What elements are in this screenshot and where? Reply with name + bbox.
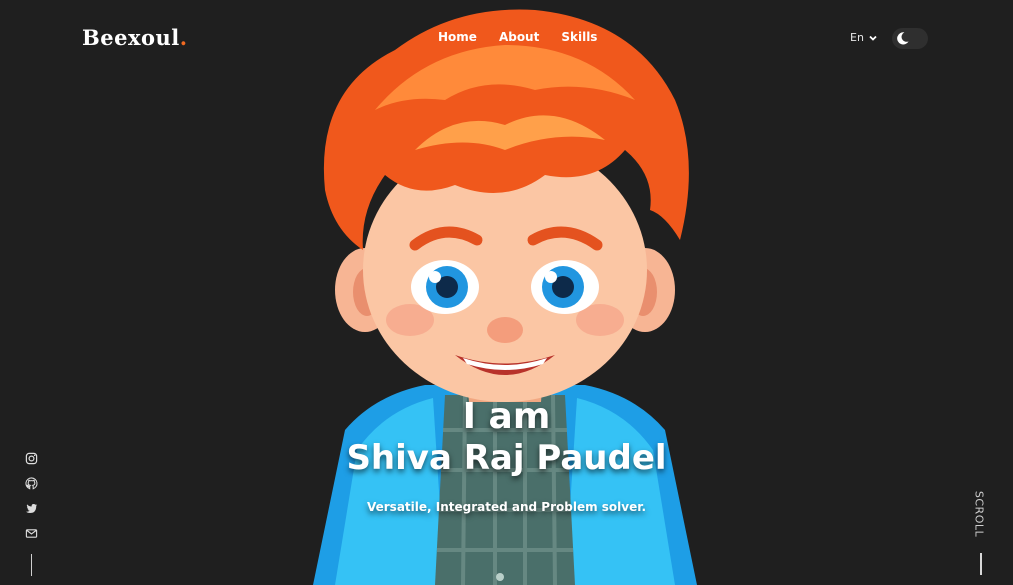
mail-icon[interactable] (25, 525, 38, 538)
language-selected: En (850, 31, 864, 44)
brand-name: Beexoul (82, 25, 180, 50)
scroll-indicator[interactable]: SCROLL (972, 488, 986, 540)
nav-about[interactable]: About (499, 30, 539, 44)
moon-icon (897, 32, 909, 45)
brand-logo[interactable]: Beexoul. (82, 25, 188, 50)
nav-skills[interactable]: Skills (561, 30, 597, 44)
language-select[interactable]: En (850, 31, 878, 44)
main-nav: Home About Skills (438, 30, 597, 44)
scroll-label: SCROLL (972, 490, 986, 538)
hero-avatar-image (313, 9, 697, 585)
hero-tagline: Versatile, Integrated and Problem solver… (366, 500, 646, 514)
hero-name: Shiva Raj Paudel (346, 438, 667, 478)
brand-dot: . (179, 25, 188, 50)
hero-intro: I am (462, 396, 551, 437)
chevron-down-icon (869, 35, 877, 41)
nav-home[interactable]: Home (438, 30, 477, 44)
scroll-line (980, 553, 982, 575)
theme-toggle[interactable] (892, 28, 928, 49)
social-divider (31, 554, 32, 576)
